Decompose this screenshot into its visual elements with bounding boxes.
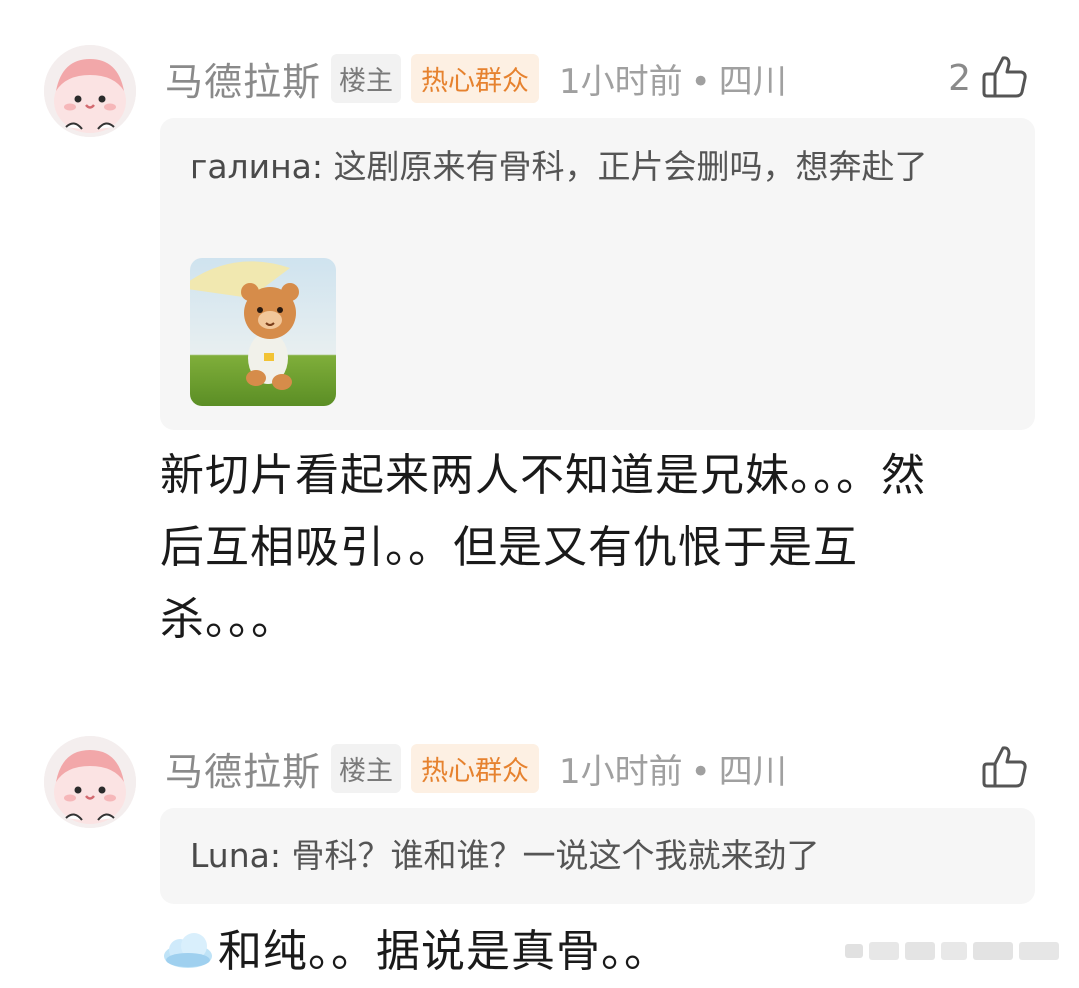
thumbs-up-icon [982, 56, 1027, 98]
cloud-icon [164, 933, 212, 968]
comment-meta: 1小时前 • 四川 [559, 54, 787, 103]
comment-header: 马德拉斯 楼主 热心群众 1小时前 • 四川 [165, 48, 787, 108]
watermark-icon [845, 942, 1059, 960]
bear-sticker-image[interactable] [190, 258, 336, 406]
location: 四川 [718, 751, 787, 792]
owner-badge: 楼主 [331, 53, 402, 103]
avatar[interactable] [44, 736, 136, 828]
comment-2: 马德拉斯 楼主 热心群众 1小时前 • 四川 Luna: 骨科？谁和谁？一说这个我就… [0, 700, 1079, 982]
like-count: 2 [948, 57, 971, 99]
quote-content: галина: 这剧原来有骨科，正片会删吗，想奔赴了 [160, 118, 1035, 192]
comment-body-line-3: 杀。。。 [160, 594, 296, 645]
location: 四川 [718, 61, 787, 102]
comment-body-text: 和纯。。据说是真骨。。 [218, 926, 669, 977]
comment-body-line-2: 后互相吸引。。但是又有仇恨于是互 [160, 522, 858, 573]
like-button[interactable]: 2 [948, 52, 1031, 104]
comment-body-line-1: 新切片看起来两人不知道是兄妹。。。然 [160, 450, 926, 501]
quoted-reply[interactable]: галина: 这剧原来有骨科，正片会删吗，想奔赴了 [160, 118, 1035, 430]
quoted-reply[interactable]: Luna: 骨科？谁和谁？一说这个我就来劲了 [160, 808, 1035, 904]
comment-body: 新切片看起来两人不知道是兄妹。。。然 后互相吸引。。但是又有仇恨于是互 杀。。。 [160, 440, 1030, 656]
quote-text: 骨科？谁和谁？一说这个我就来劲了 [291, 836, 820, 875]
quote-author[interactable]: галина: [190, 147, 323, 186]
username[interactable]: 马德拉斯 [165, 741, 321, 796]
avatar[interactable] [44, 45, 136, 137]
quote-author[interactable]: Luna: [190, 836, 281, 875]
comment-1: 马德拉斯 楼主 热心群众 1小时前 • 四川 2 галина: 这剧原来有骨科，正… [0, 0, 1079, 680]
fan-badge: 热心群众 [411, 53, 540, 103]
owner-badge: 楼主 [331, 743, 402, 793]
timestamp: 1小时前 [559, 61, 683, 102]
quote-text: 这剧原来有骨科，正片会删吗，想奔赴了 [333, 147, 928, 186]
meta-separator: • [690, 61, 711, 102]
quote-content: Luna: 骨科？谁和谁？一说这个我就来劲了 [160, 808, 1035, 881]
meta-separator: • [690, 751, 711, 792]
thumbs-up-icon [982, 746, 1027, 788]
username[interactable]: 马德拉斯 [165, 51, 321, 106]
fan-badge: 热心群众 [411, 743, 540, 793]
timestamp: 1小时前 [559, 751, 683, 792]
comment-header: 马德拉斯 楼主 热心群众 1小时前 • 四川 [165, 738, 787, 798]
like-button[interactable] [979, 742, 1031, 794]
comment-meta: 1小时前 • 四川 [559, 744, 787, 793]
